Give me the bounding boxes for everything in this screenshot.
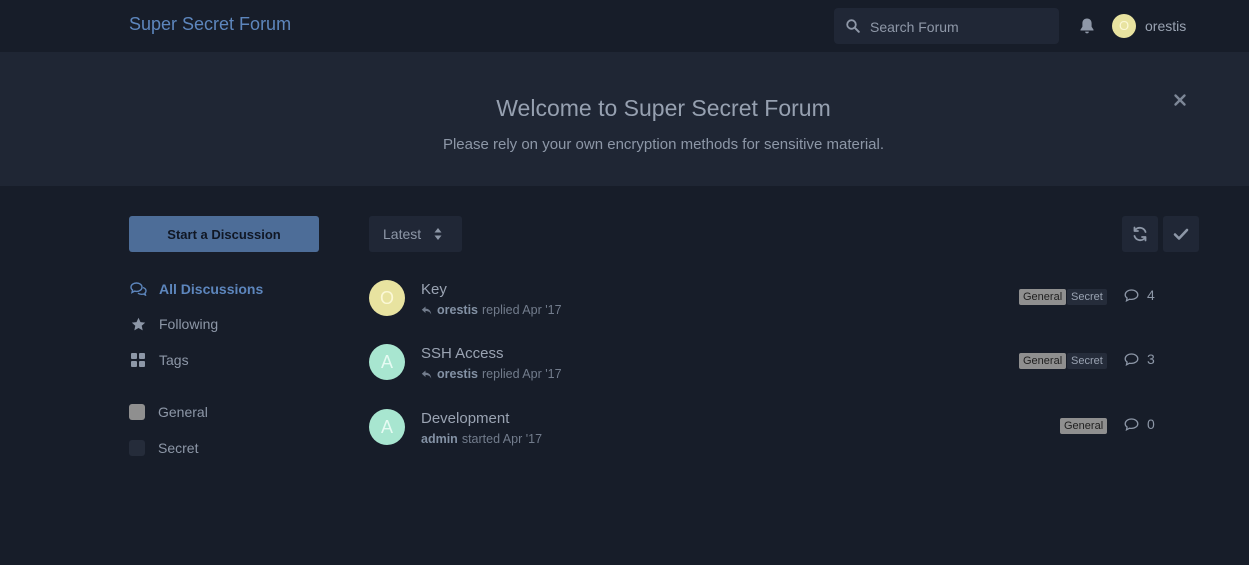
reply-icon [421, 306, 432, 314]
tag-badge-secret[interactable]: Secret [1067, 289, 1107, 305]
nav-label: Tags [159, 352, 189, 368]
search-icon [846, 19, 860, 33]
discussion-user[interactable]: orestis [437, 303, 478, 317]
reply-count: 4 [1124, 287, 1155, 303]
discussion-title[interactable]: Key [421, 281, 447, 298]
tag-badge-general[interactable]: General [1019, 289, 1067, 305]
discussion-item[interactable]: O Key orestis replied Apr '17 General Se… [369, 280, 1199, 336]
discussion-meta: orestis replied Apr '17 [421, 303, 562, 317]
tag-badge-general[interactable]: General [1060, 418, 1108, 434]
forum-brand-link[interactable]: Super Secret Forum [129, 14, 291, 35]
nav-all-discussions[interactable]: All Discussions [129, 278, 263, 300]
welcome-hero: Welcome to Super Secret Forum Please rel… [0, 53, 1249, 186]
tag-label: Secret [158, 440, 199, 456]
discussion-action: replied Apr '17 [482, 303, 562, 317]
discussion-item[interactable]: A Development admin started Apr '17 Gene… [369, 409, 1199, 465]
search-input[interactable] [868, 8, 1057, 46]
grid-icon [129, 351, 147, 369]
start-discussion-button[interactable]: Start a Discussion [129, 216, 319, 252]
reply-count: 0 [1124, 416, 1155, 432]
discussion-user[interactable]: admin [421, 432, 458, 446]
refresh-button[interactable] [1122, 216, 1158, 252]
discussion-meta: orestis replied Apr '17 [421, 367, 562, 381]
avatar[interactable]: O [369, 280, 405, 316]
reply-count-value: 0 [1147, 416, 1155, 432]
user-avatar[interactable]: O [1112, 14, 1136, 38]
sort-label: Latest [383, 226, 422, 242]
nav-label: All Discussions [159, 281, 264, 297]
discussion-title[interactable]: SSH Access [421, 345, 504, 362]
header: Super Secret Forum O orestis [0, 0, 1249, 53]
comment-icon [1124, 417, 1139, 431]
discussion-item[interactable]: A SSH Access orestis replied Apr '17 Gen… [369, 344, 1199, 400]
avatar[interactable]: A [369, 344, 405, 380]
username-link[interactable]: orestis [1145, 18, 1186, 34]
check-icon [1173, 228, 1189, 240]
sort-icon [434, 228, 442, 240]
discussion-action: started Apr '17 [461, 432, 543, 446]
tag-label: General [158, 404, 208, 420]
reply-icon [421, 370, 432, 378]
search-box[interactable] [834, 8, 1059, 46]
comment-icon [1124, 288, 1139, 302]
tag-swatch [129, 440, 145, 456]
comments-icon [129, 280, 147, 298]
discussion-action: replied Apr '17 [482, 367, 562, 381]
reply-count-value: 4 [1147, 287, 1155, 303]
discussion-meta: admin started Apr '17 [421, 432, 542, 446]
tag-badge-general[interactable]: General [1019, 353, 1067, 369]
bell-icon[interactable] [1079, 17, 1095, 35]
nav-following[interactable]: Following [129, 313, 218, 335]
star-icon [129, 315, 147, 333]
nav-tag-general[interactable]: General [129, 401, 208, 423]
hero-title: Welcome to Super Secret Forum [496, 95, 831, 121]
reply-count: 3 [1124, 351, 1155, 367]
sort-dropdown[interactable]: Latest [369, 216, 462, 252]
tag-badge-secret[interactable]: Secret [1067, 353, 1107, 369]
refresh-icon [1133, 226, 1147, 242]
close-icon[interactable] [1173, 93, 1187, 107]
reply-count-value: 3 [1147, 351, 1155, 367]
comment-icon [1124, 352, 1139, 366]
avatar[interactable]: A [369, 409, 405, 445]
nav-tag-secret[interactable]: Secret [129, 437, 198, 459]
mark-all-read-button[interactable] [1163, 216, 1199, 252]
nav-tags[interactable]: Tags [129, 349, 189, 371]
discussion-user[interactable]: orestis [437, 367, 478, 381]
discussion-title[interactable]: Development [421, 410, 509, 427]
tag-swatch [129, 404, 145, 420]
nav-label: Following [159, 316, 219, 332]
hero-subtitle: Please rely on your own encryption metho… [442, 136, 885, 153]
